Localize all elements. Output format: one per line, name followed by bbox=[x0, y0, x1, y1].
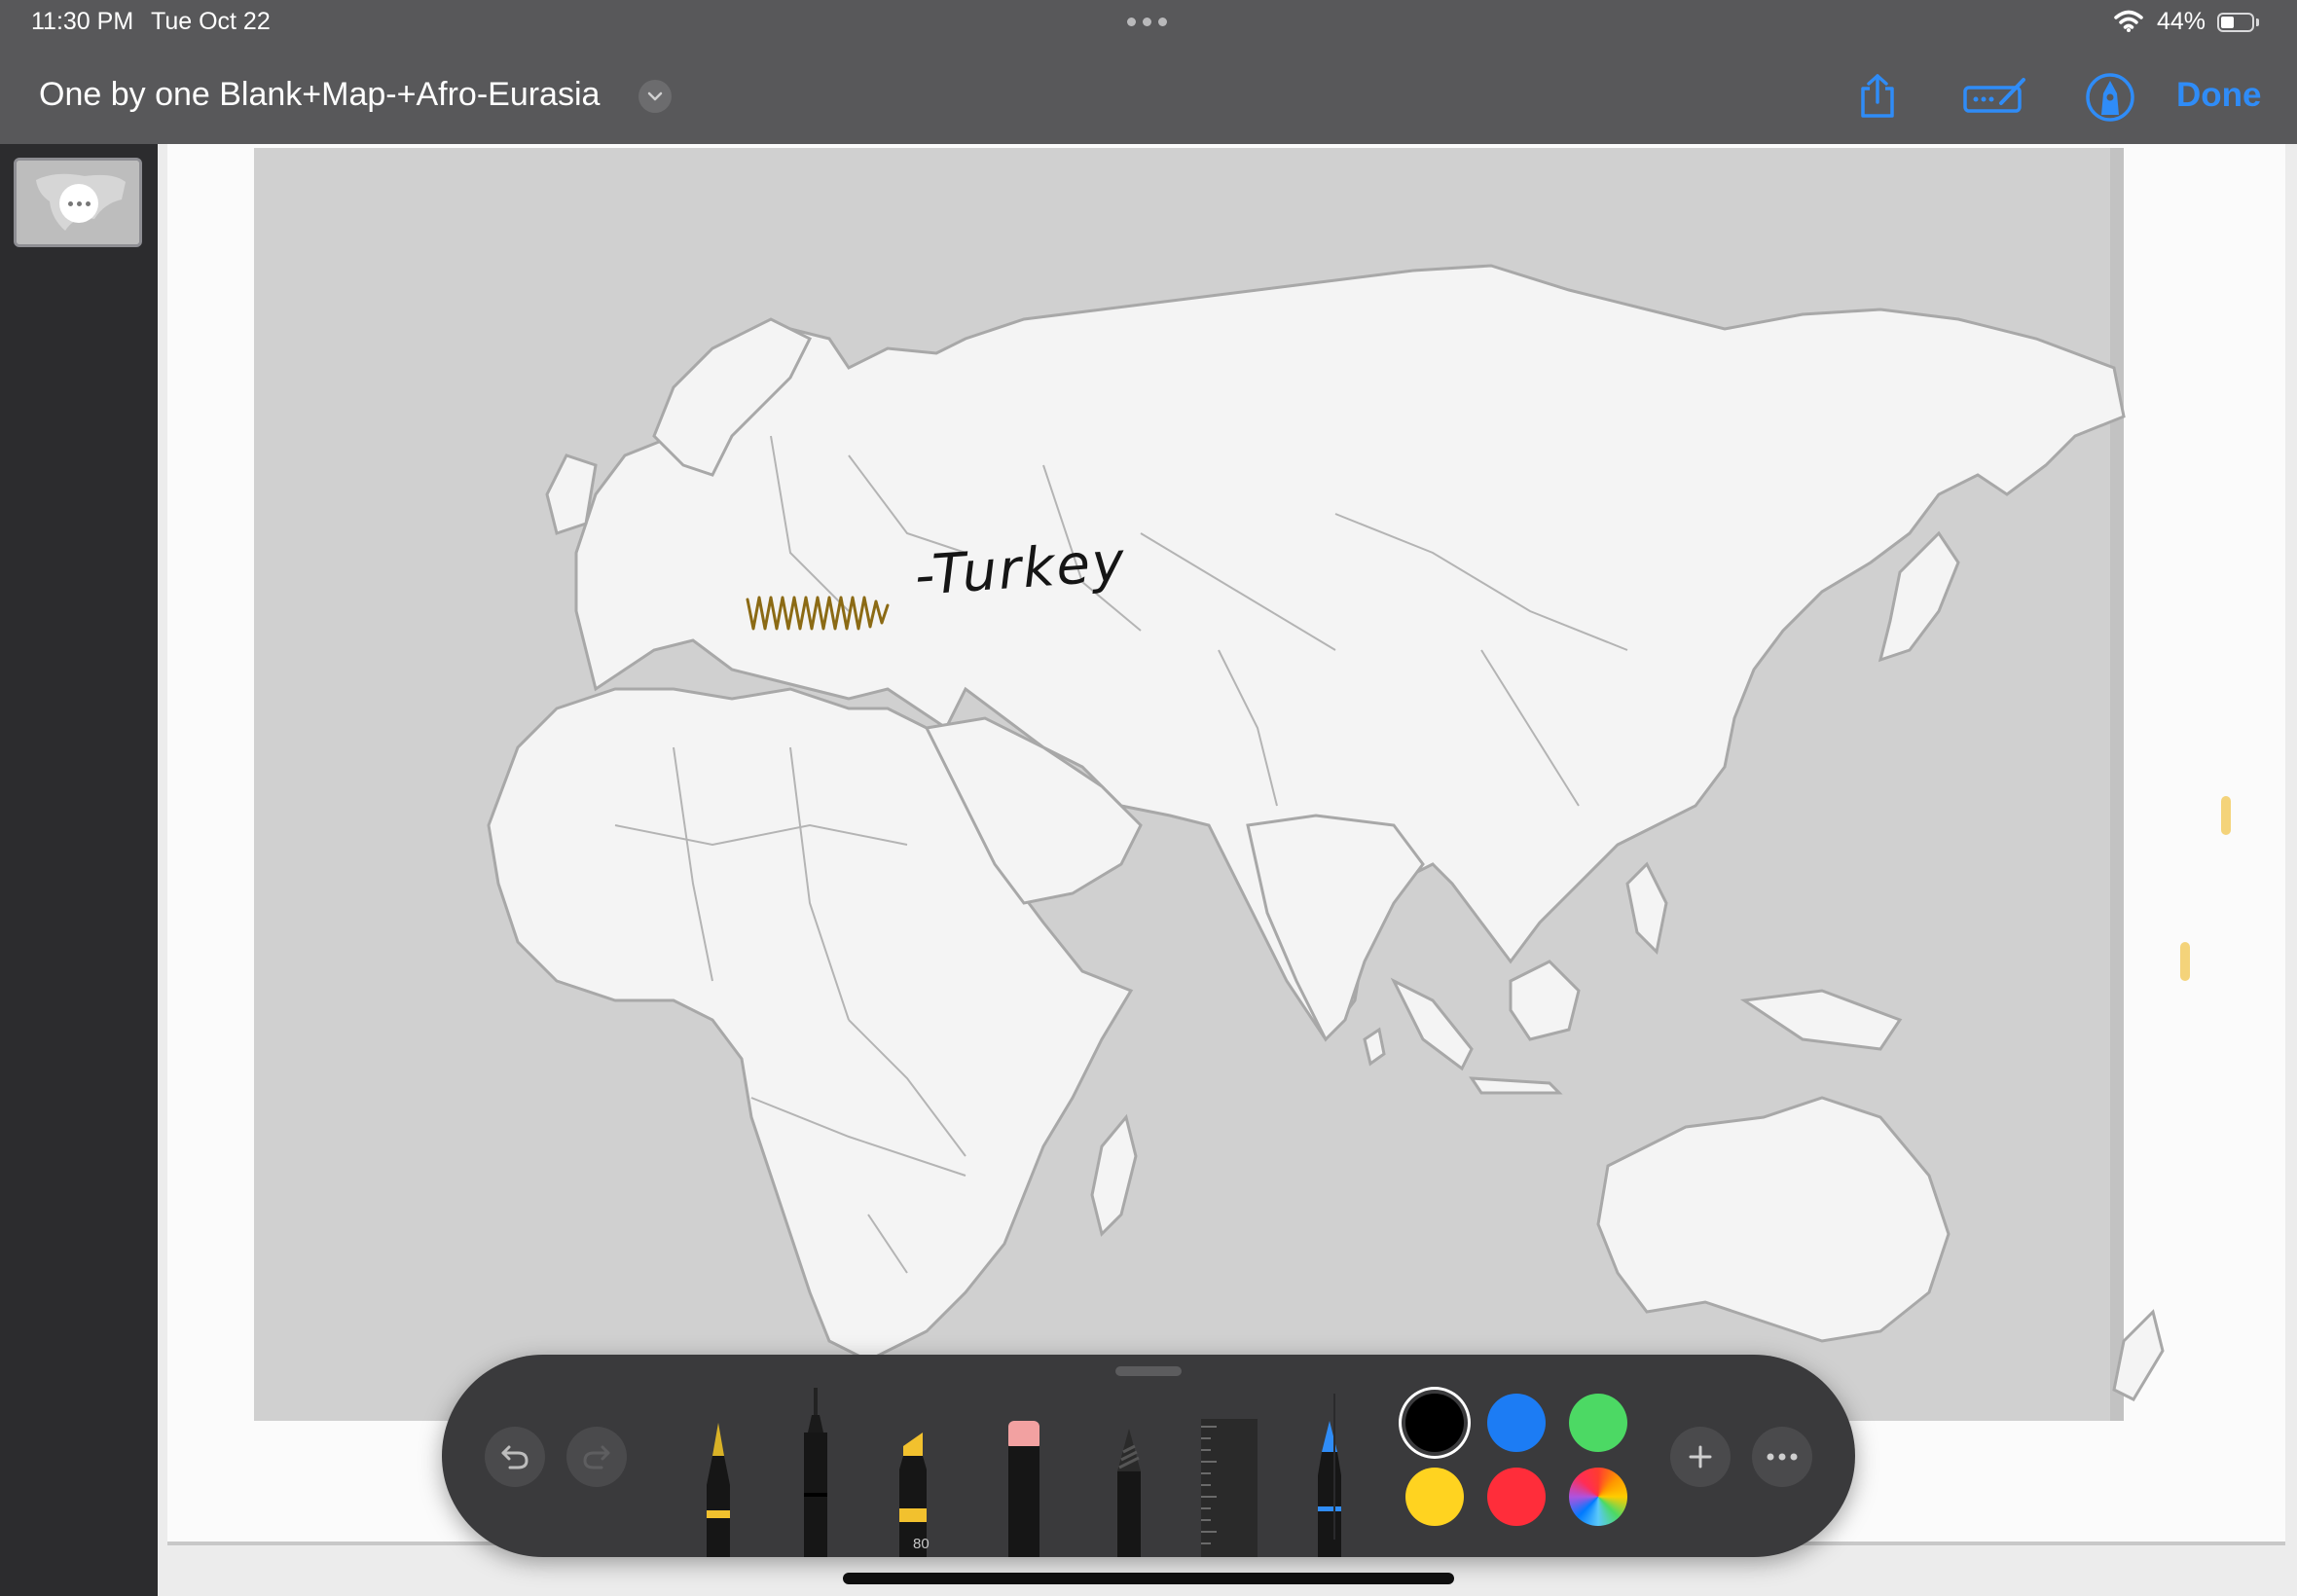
color-picker-multicolor[interactable] bbox=[1569, 1468, 1627, 1526]
navigation-bar: One by one Blank+Map-+Afro-Eurasia Done bbox=[0, 49, 2297, 144]
battery-nub bbox=[2256, 18, 2259, 26]
redo-button[interactable] bbox=[566, 1427, 627, 1487]
status-bar: 11:30 PM Tue Oct 22 44% bbox=[0, 0, 2297, 49]
pencil-tip-circle-icon[interactable] bbox=[2085, 72, 2135, 123]
palette-divider bbox=[1333, 1394, 1335, 1540]
markup-pen-icon[interactable] bbox=[1962, 76, 2028, 115]
battery-percent: 44% bbox=[2157, 8, 2206, 35]
undo-button[interactable] bbox=[485, 1427, 545, 1487]
ruler-tool[interactable] bbox=[1199, 1419, 1259, 1557]
status-time: 11:30 PM bbox=[31, 8, 134, 35]
color-swatch-black[interactable] bbox=[1405, 1394, 1464, 1452]
more-options-button[interactable] bbox=[1752, 1427, 1812, 1487]
ellipsis-icon[interactable] bbox=[59, 184, 98, 223]
color-swatch-red[interactable] bbox=[1487, 1468, 1546, 1526]
pen-tool[interactable] bbox=[699, 1417, 738, 1557]
undo-icon bbox=[501, 1445, 529, 1469]
share-icon[interactable] bbox=[1855, 73, 1900, 120]
status-date: Tue Oct 22 bbox=[151, 8, 271, 35]
chevron-down-icon[interactable] bbox=[638, 80, 672, 113]
markup-tool-palette: 80 bbox=[442, 1355, 1855, 1557]
afro-eurasia-map bbox=[254, 148, 2231, 1421]
add-button[interactable] bbox=[1670, 1427, 1731, 1487]
eraser-tool[interactable] bbox=[1004, 1417, 1043, 1557]
pencil-tool[interactable] bbox=[1110, 1417, 1148, 1557]
done-button[interactable]: Done bbox=[2176, 76, 2262, 115]
multitasking-dots[interactable] bbox=[1127, 18, 1167, 26]
ellipsis-icon bbox=[1767, 1453, 1798, 1461]
home-indicator[interactable] bbox=[843, 1573, 1454, 1584]
battery-icon bbox=[2217, 13, 2254, 32]
color-swatch-blue[interactable] bbox=[1487, 1394, 1546, 1452]
highlighter-opacity-label: 80 bbox=[913, 1536, 930, 1552]
fountain-pen-tool[interactable] bbox=[1310, 1417, 1349, 1557]
document-title[interactable]: One by one Blank+Map-+Afro-Eurasia bbox=[39, 76, 600, 114]
map-page: -Turkey bbox=[167, 144, 2285, 1542]
redo-icon bbox=[583, 1445, 610, 1469]
wifi-icon bbox=[2114, 10, 2143, 32]
fineliner-tool[interactable] bbox=[796, 1386, 835, 1557]
plus-icon bbox=[1689, 1445, 1712, 1469]
pen-color-band bbox=[707, 1510, 730, 1518]
page-thumbnail[interactable] bbox=[14, 158, 142, 247]
page-thumbnails-sidebar bbox=[0, 144, 158, 1596]
palette-grabber[interactable] bbox=[1115, 1366, 1182, 1376]
color-swatch-yellow[interactable] bbox=[1405, 1468, 1464, 1526]
color-swatch-green[interactable] bbox=[1569, 1394, 1627, 1452]
